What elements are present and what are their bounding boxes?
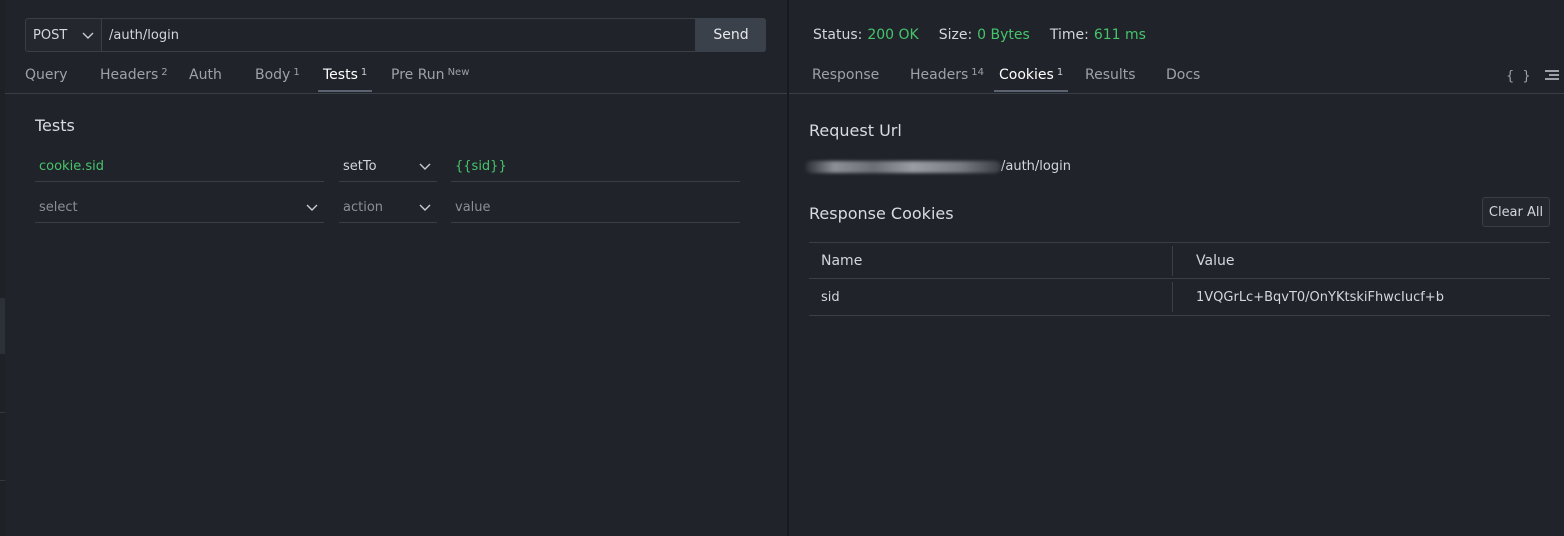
time-label: Time: (1049, 27, 1089, 43)
tab-badge: 1 (1056, 67, 1064, 78)
value-placeholder: value (455, 200, 491, 215)
tabs-divider (789, 93, 1564, 94)
tab-badge: 1 (360, 67, 368, 78)
tab-label: Headers (910, 67, 969, 83)
time-value: 611 ms (1093, 27, 1146, 43)
request-url-value: /auth/login (805, 159, 1071, 174)
tab-label: Docs (1166, 67, 1201, 83)
tab-label: Auth (189, 67, 222, 83)
app-root: POST /auth/login Send Query Headers 2 Aut… (0, 0, 1564, 536)
size-label: Size: (938, 27, 973, 43)
tab-headers[interactable]: Headers 2 (100, 60, 168, 92)
tab-docs[interactable]: Docs (1166, 60, 1200, 92)
test-value: {{sid}} (455, 159, 507, 174)
test-action-dropdown[interactable]: action (339, 194, 437, 223)
tab-query[interactable]: Query (25, 60, 68, 92)
tab-badge: 14 (971, 67, 985, 78)
tab-label: Query (25, 67, 68, 83)
tab-badge: 1 (293, 67, 300, 78)
tests-title: Tests (35, 116, 75, 135)
request-url-title: Request Url (809, 121, 902, 140)
tab-label: Results (1085, 67, 1136, 83)
chevron-down-icon (306, 204, 318, 211)
chevron-down-icon (82, 32, 94, 39)
url-input[interactable]: /auth/login (101, 18, 696, 52)
test-select-dropdown[interactable]: select (35, 194, 324, 223)
test-action-value: setTo (343, 159, 377, 174)
clear-all-button[interactable]: Clear All (1482, 197, 1550, 227)
menu-lines-icon[interactable] (1545, 70, 1559, 82)
select-placeholder: select (39, 200, 78, 215)
tab-badge: 2 (161, 67, 168, 78)
method-select[interactable]: POST (25, 18, 101, 52)
request-bar: POST /auth/login Send (25, 18, 766, 52)
tab-pre-run[interactable]: Pre Run New (391, 60, 469, 92)
cookies-table: Name Value sid 1VQGrLc+BqvT0/OnYKtskiFhw… (809, 242, 1550, 316)
tab-label: Response (812, 67, 880, 83)
request-pane: POST /auth/login Send Query Headers 2 Aut… (5, 0, 787, 536)
column-resizer (1172, 282, 1173, 312)
tab-label: Tests (323, 67, 358, 83)
test-action-select[interactable]: setTo (339, 153, 437, 182)
column-header-value: Value (1196, 253, 1235, 269)
test-select-field[interactable]: cookie.sid (35, 153, 324, 182)
column-header-name: Name (821, 253, 863, 269)
tab-cookies[interactable]: Cookies 1 (994, 60, 1069, 92)
url-value: /auth/login (109, 27, 179, 43)
braces-icon[interactable]: { } (1506, 69, 1533, 84)
tab-results[interactable]: Results (1085, 60, 1136, 92)
tab-response[interactable]: Response (812, 60, 879, 92)
tab-tests[interactable]: Tests 1 (318, 60, 373, 92)
cookie-value: 1VQGrLc+BqvT0/OnYKtskiFhwcIucf+b (1196, 290, 1444, 305)
tab-response-headers[interactable]: Headers 14 (910, 60, 984, 92)
method-label: POST (33, 27, 68, 43)
cookie-name: sid (821, 290, 840, 305)
send-button[interactable]: Send (696, 18, 766, 52)
status-label: Status: (813, 27, 863, 43)
column-resizer[interactable] (1172, 246, 1173, 276)
action-placeholder: action (343, 200, 384, 215)
test-value-field[interactable]: {{sid}} (451, 153, 740, 182)
status-value: 200 OK (867, 27, 919, 43)
tab-label: Cookies (999, 67, 1054, 83)
chevron-down-icon (419, 204, 431, 211)
test-value-input[interactable]: value (451, 194, 740, 223)
chevron-down-icon (419, 163, 431, 170)
tab-auth[interactable]: Auth (189, 60, 222, 92)
tab-label: Pre Run (391, 67, 445, 83)
tab-label: Headers (100, 67, 159, 83)
tab-badge: New (447, 67, 470, 78)
tab-label: Body (255, 67, 291, 83)
table-row: sid 1VQGrLc+BqvT0/OnYKtskiFhwcIucf+b (809, 279, 1550, 316)
response-cookies-title: Response Cookies (809, 204, 954, 223)
redacted-host (805, 160, 1001, 173)
test-select-value: cookie.sid (39, 159, 104, 174)
size-value: 0 Bytes (977, 27, 1030, 43)
table-header-row: Name Value (809, 242, 1550, 279)
tab-body[interactable]: Body 1 (255, 60, 300, 92)
request-url-path: /auth/login (1001, 159, 1071, 174)
response-status-bar: Status: 200 OK Size: 0 Bytes Time: 611 m… (813, 27, 1166, 43)
tabs-divider (5, 93, 787, 94)
response-pane: Status: 200 OK Size: 0 Bytes Time: 611 m… (789, 0, 1564, 536)
